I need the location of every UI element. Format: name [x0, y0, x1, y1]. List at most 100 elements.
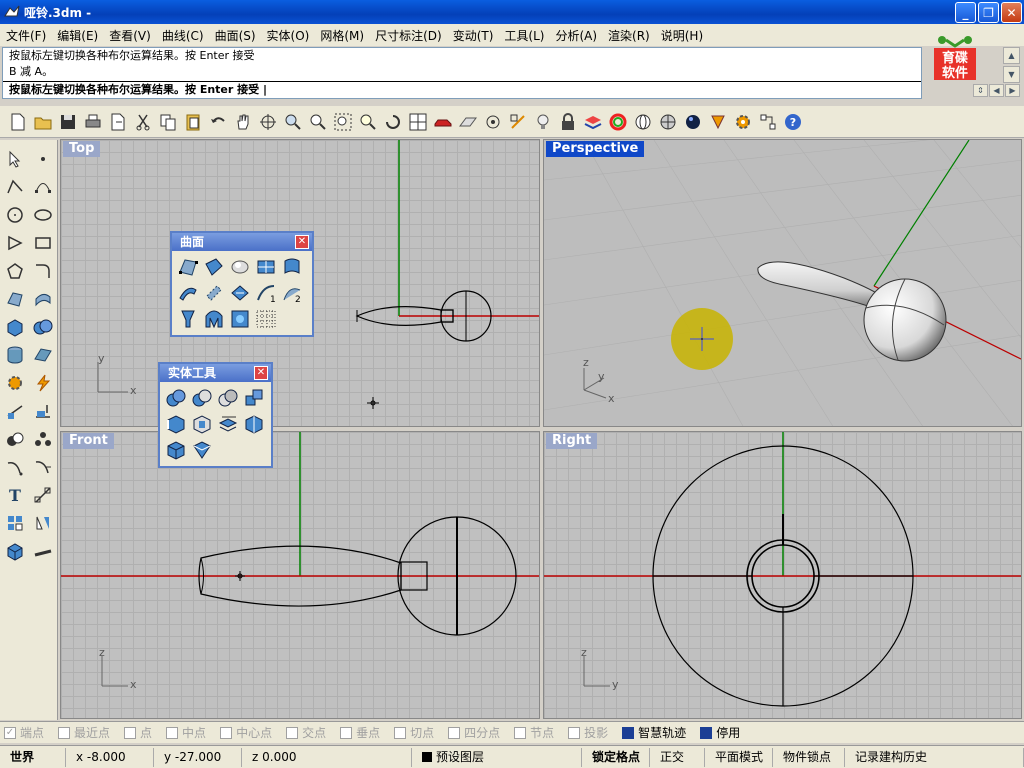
car-icon[interactable]	[431, 109, 455, 135]
surface-extrude-icon[interactable]	[280, 255, 304, 279]
osnap-option[interactable]: 投影	[568, 724, 608, 741]
surface-sweep-icon[interactable]	[228, 281, 252, 305]
arc-icon[interactable]	[2, 230, 28, 256]
osnap-checkbox[interactable]	[568, 726, 581, 739]
save-icon[interactable]	[56, 109, 80, 135]
menu-view[interactable]: 查看(V)	[105, 27, 155, 44]
osnap-checkbox[interactable]	[220, 726, 233, 739]
undo-view-icon[interactable]	[381, 109, 405, 135]
menu-mesh[interactable]: 网格(M)	[316, 27, 368, 44]
close-icon[interactable]: ✕	[295, 235, 309, 249]
lightbulb-icon[interactable]	[531, 109, 555, 135]
sweep-one-rail-icon[interactable]: 1	[254, 281, 278, 305]
command-scrollbar[interactable]: ▲ ▼	[1003, 47, 1020, 85]
menu-dimension[interactable]: 尺寸标注(D)	[371, 27, 446, 44]
shell-solid-icon[interactable]	[164, 438, 188, 462]
polygon-icon[interactable]	[2, 258, 28, 284]
next-icon[interactable]: ▶	[1005, 84, 1020, 97]
menu-transform[interactable]: 变动(T)	[449, 27, 498, 44]
layer-icon[interactable]	[581, 109, 605, 135]
pan-hand-icon[interactable]	[231, 109, 255, 135]
copy-icon[interactable]	[156, 109, 180, 135]
cplane-indicator[interactable]: 世界	[0, 747, 66, 767]
viewport-right[interactable]: Right y z	[543, 431, 1022, 719]
rotate-view-icon[interactable]	[256, 109, 280, 135]
wireframe-sphere-icon[interactable]	[631, 109, 655, 135]
cplane-icon[interactable]	[456, 109, 480, 135]
menu-edit[interactable]: 编辑(E)	[53, 27, 102, 44]
osnap-toggle[interactable]: 物件锁点	[773, 747, 845, 767]
surface-drape-icon[interactable]	[202, 307, 226, 331]
solid-box-icon[interactable]	[2, 538, 28, 564]
surface-loft-icon[interactable]	[176, 281, 200, 305]
osnap-option[interactable]: 最近点	[58, 724, 110, 741]
surface-corner-icon[interactable]	[2, 286, 28, 312]
menu-help[interactable]: 说明(H)	[657, 27, 707, 44]
osnap-checkbox[interactable]	[622, 726, 635, 739]
ellipse-icon[interactable]	[30, 202, 56, 228]
osnap-checkbox[interactable]	[124, 726, 137, 739]
array-icon[interactable]	[30, 426, 56, 452]
properties-icon[interactable]	[706, 109, 730, 135]
viewport-front-label[interactable]: Front	[63, 433, 114, 449]
scroll-down-icon[interactable]: ▼	[1003, 66, 1020, 83]
options-gear-icon[interactable]	[731, 109, 755, 135]
extrude-face-icon[interactable]	[216, 412, 240, 436]
solid-tools-panel[interactable]: 实体工具 ✕	[158, 362, 273, 468]
color-wheel-icon[interactable]	[606, 109, 630, 135]
osnap-option[interactable]: 节点	[514, 724, 554, 741]
menu-curve[interactable]: 曲线(C)	[158, 27, 208, 44]
osnap-checkbox[interactable]: ✓	[4, 726, 16, 739]
menu-surface[interactable]: 曲面(S)	[211, 27, 260, 44]
osnap-checkbox[interactable]	[58, 726, 71, 739]
surface-rectangle-icon[interactable]	[254, 255, 278, 279]
four-viewports-icon[interactable]	[406, 109, 430, 135]
boolean-intersection-icon[interactable]	[216, 386, 240, 410]
osnap-checkbox[interactable]	[340, 726, 353, 739]
osnap-option[interactable]: 停用	[700, 724, 740, 741]
osnap-checkbox[interactable]	[394, 726, 407, 739]
trim-icon[interactable]	[2, 454, 28, 480]
surface-revolve-icon[interactable]	[202, 281, 226, 305]
zoom-window-icon[interactable]	[306, 109, 330, 135]
boolean-split-icon[interactable]	[242, 386, 266, 410]
grid-cells-icon[interactable]	[2, 510, 28, 536]
text-icon[interactable]: T	[2, 482, 28, 508]
box-solid-icon[interactable]	[2, 314, 28, 340]
scale-icon[interactable]	[30, 482, 56, 508]
rectangle-icon[interactable]	[30, 230, 56, 256]
dimension-icon[interactable]	[2, 398, 28, 424]
osnap-option[interactable]: ✓ 端点	[4, 724, 44, 741]
solid-tweak-icon[interactable]	[190, 438, 214, 462]
osnap-checkbox[interactable]	[286, 726, 299, 739]
viewport-perspective-label[interactable]: Perspective	[546, 141, 645, 157]
surface-patch-icon[interactable]	[228, 255, 252, 279]
surface-point-grid-icon[interactable]	[254, 307, 278, 331]
osnap-checkbox[interactable]	[700, 726, 713, 739]
point-icon[interactable]	[30, 146, 56, 172]
osnap-option[interactable]: 智慧轨迹	[622, 724, 686, 741]
menu-analyze[interactable]: 分析(A)	[551, 27, 601, 44]
command-prompt[interactable]: 按鼠标左键切换各种布尔运算结果。按 Enter 接受 |	[3, 81, 921, 98]
new-file-icon[interactable]	[6, 109, 30, 135]
plugin-icon[interactable]	[756, 109, 780, 135]
surface-toolbar-panel[interactable]: 曲面 ✕ 1 2	[170, 231, 314, 337]
osnap-option[interactable]: 四分点	[448, 724, 500, 741]
surface-edge-icon[interactable]	[202, 255, 226, 279]
help-icon[interactable]: ?	[781, 109, 805, 135]
circle-icon[interactable]	[2, 202, 28, 228]
menu-render[interactable]: 渲染(R)	[604, 27, 654, 44]
mirror-icon[interactable]	[30, 510, 56, 536]
undo-icon[interactable]	[206, 109, 230, 135]
transform-icon[interactable]	[30, 398, 56, 424]
planar-toggle[interactable]: 平面模式	[705, 747, 773, 767]
osnap-option[interactable]: 切点	[394, 724, 434, 741]
sweep-two-rail-icon[interactable]: 2	[280, 281, 304, 305]
shaded-grid-icon[interactable]	[656, 109, 680, 135]
curve-cv-icon[interactable]	[30, 174, 56, 200]
split-icon[interactable]	[30, 454, 56, 480]
osnap-option[interactable]: 垂点	[340, 724, 380, 741]
lock-icon[interactable]	[556, 109, 580, 135]
paste-icon[interactable]	[181, 109, 205, 135]
menu-tools[interactable]: 工具(L)	[500, 27, 548, 44]
